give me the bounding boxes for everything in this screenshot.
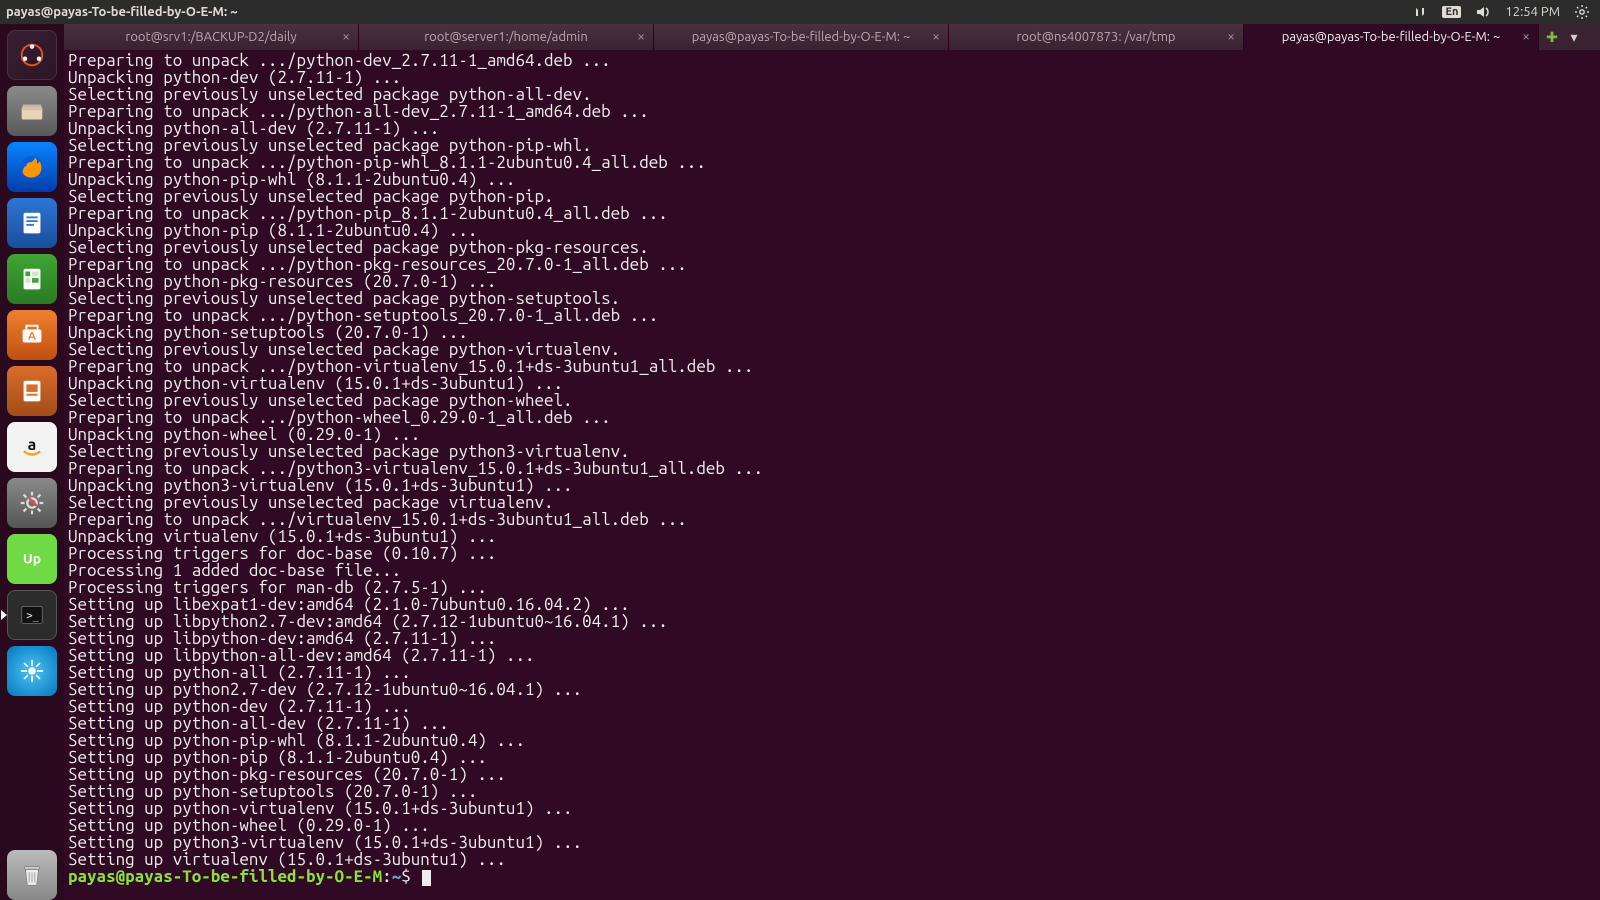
launcher-settings-icon[interactable]	[7, 478, 57, 528]
launcher-writer-icon[interactable]	[7, 198, 57, 248]
terminal-line: Preparing to unpack .../python-all-dev_2…	[68, 103, 1596, 120]
cursor	[422, 870, 431, 886]
terminal-line: Setting up libexpat1-dev:amd64 (2.1.0-7u…	[68, 596, 1596, 613]
terminal-line: Preparing to unpack .../python-pkg-resou…	[68, 256, 1596, 273]
window-title: payas@payas-To-be-filled-by-O-E-M: ~	[0, 5, 238, 19]
close-tab-icon[interactable]: ×	[932, 28, 940, 44]
close-tab-icon[interactable]: ×	[1522, 28, 1530, 44]
terminal-line: Unpacking python-all-dev (2.7.11-1) ...	[68, 120, 1596, 137]
keyboard-layout-indicator[interactable]: En	[1442, 6, 1461, 18]
terminal-line: Preparing to unpack .../python-pip_8.1.1…	[68, 205, 1596, 222]
terminal-line: Setting up python-pkg-resources (20.7.0-…	[68, 766, 1596, 783]
unity-launcher: Aa Up >_	[0, 24, 64, 900]
terminal-tab[interactable]: root@srv1:/BACKUP-D2/daily ×	[64, 24, 359, 50]
terminal-tab-label: root@server1:/home/admin	[424, 30, 588, 44]
terminal-line: Selecting previously unselected package …	[68, 341, 1596, 358]
terminal-line: Preparing to unpack .../python3-virtuale…	[68, 460, 1596, 477]
close-tab-icon[interactable]: ×	[637, 28, 645, 44]
terminal-tab[interactable]: payas@payas-To-be-filled-by-O-E-M: ~ ×	[1244, 24, 1539, 50]
terminal-line: Unpacking python-pip-whl (8.1.1-2ubuntu0…	[68, 171, 1596, 188]
clock[interactable]: 12:54 PM	[1505, 5, 1560, 19]
launcher-calc-icon[interactable]	[7, 254, 57, 304]
launcher-upwork-icon[interactable]: Up	[7, 534, 57, 584]
terminal-line: Processing triggers for man-db (2.7.5-1)…	[68, 579, 1596, 596]
terminal-tab-label: payas@payas-To-be-filled-by-O-E-M: ~	[692, 30, 911, 44]
terminal-line: Setting up libpython-all-dev:amd64 (2.7.…	[68, 647, 1596, 664]
launcher-app-blue-icon[interactable]	[7, 646, 57, 696]
terminal-line: Setting up python-pip (8.1.1-2ubuntu0.4)…	[68, 749, 1596, 766]
terminal-tab-bar: root@srv1:/BACKUP-D2/daily×root@server1:…	[64, 24, 1600, 50]
terminal-tab-label: payas@payas-To-be-filled-by-O-E-M: ~	[1282, 30, 1501, 44]
prompt-path: ~	[392, 867, 402, 886]
svg-text:A: A	[28, 331, 36, 343]
launcher-files-icon[interactable]	[7, 86, 57, 136]
terminal-line: Preparing to unpack .../python-dev_2.7.1…	[68, 52, 1596, 69]
terminal-line: Selecting previously unselected package …	[68, 392, 1596, 409]
terminal-tab-label: root@ns4007873: /var/tmp	[1016, 30, 1175, 44]
terminal-line: Unpacking python3-virtualenv (15.0.1+ds-…	[68, 477, 1596, 494]
terminal-prompt[interactable]: payas@payas-To-be-filled-by-O-E-M:~$	[68, 868, 1596, 885]
tab-menu-button[interactable]: ▾	[1565, 28, 1583, 46]
terminal-line: Selecting previously unselected package …	[68, 86, 1596, 103]
terminal-line: Preparing to unpack .../python-virtualen…	[68, 358, 1596, 375]
launcher-software-icon[interactable]: A	[7, 310, 57, 360]
terminal-line: Selecting previously unselected package …	[68, 188, 1596, 205]
launcher-trash-icon[interactable]	[7, 850, 57, 900]
network-icon[interactable]	[1412, 4, 1428, 20]
terminal-line: Processing triggers for doc-base (0.10.7…	[68, 545, 1596, 562]
svg-text:>_: >_	[26, 610, 39, 622]
close-tab-icon[interactable]: ×	[342, 28, 350, 44]
terminal-line: Setting up virtualenv (15.0.1+ds-3ubuntu…	[68, 851, 1596, 868]
terminal-line: Unpacking virtualenv (15.0.1+ds-3ubuntu1…	[68, 528, 1596, 545]
terminal-line: Selecting previously unselected package …	[68, 290, 1596, 307]
terminal-tab-label: root@srv1:/BACKUP-D2/daily	[125, 30, 296, 44]
new-tab-button[interactable]: ✚	[1543, 28, 1561, 46]
terminal-line: Preparing to unpack .../virtualenv_15.0.…	[68, 511, 1596, 528]
svg-text:Up: Up	[23, 551, 41, 567]
launcher-impress-icon[interactable]	[7, 366, 57, 416]
terminal-line: Unpacking python-pip (8.1.1-2ubuntu0.4) …	[68, 222, 1596, 239]
terminal-line: Setting up python-all (2.7.11-1) ...	[68, 664, 1596, 681]
launcher-amazon-icon[interactable]: a	[7, 422, 57, 472]
terminal-line: Preparing to unpack .../python-wheel_0.2…	[68, 409, 1596, 426]
launcher-dash-icon[interactable]	[7, 30, 57, 80]
top-panel: payas@payas-To-be-filled-by-O-E-M: ~ En …	[0, 0, 1600, 24]
terminal-line: Setting up python3-virtualenv (15.0.1+ds…	[68, 834, 1596, 851]
svg-text:a: a	[28, 436, 37, 454]
close-tab-icon[interactable]: ×	[1227, 28, 1235, 44]
terminal-line: Setting up python-all-dev (2.7.11-1) ...	[68, 715, 1596, 732]
system-gear-icon[interactable]	[1574, 4, 1590, 20]
terminal-line: Setting up python-virtualenv (15.0.1+ds-…	[68, 800, 1596, 817]
terminal-line: Selecting previously unselected package …	[68, 443, 1596, 460]
terminal-tab[interactable]: root@ns4007873: /var/tmp ×	[949, 24, 1244, 50]
terminal-output[interactable]: Preparing to unpack .../python-dev_2.7.1…	[64, 50, 1600, 900]
terminal-line: Setting up python-dev (2.7.11-1) ...	[68, 698, 1596, 715]
terminal-line: Setting up python2.7-dev (2.7.12-1ubuntu…	[68, 681, 1596, 698]
terminal-line: Setting up libpython2.7-dev:amd64 (2.7.1…	[68, 613, 1596, 630]
terminal-line: Selecting previously unselected package …	[68, 494, 1596, 511]
terminal-line: Preparing to unpack .../python-setuptool…	[68, 307, 1596, 324]
terminal-line: Unpacking python-wheel (0.29.0-1) ...	[68, 426, 1596, 443]
terminal-line: Unpacking python-virtualenv (15.0.1+ds-3…	[68, 375, 1596, 392]
terminal-line: Setting up libpython-dev:amd64 (2.7.11-1…	[68, 630, 1596, 647]
terminal-line: Preparing to unpack .../python-pip-whl_8…	[68, 154, 1596, 171]
terminal-tab[interactable]: payas@payas-To-be-filled-by-O-E-M: ~ ×	[654, 24, 949, 50]
terminal-line: Unpacking python-setuptools (20.7.0-1) .…	[68, 324, 1596, 341]
terminal-line: Selecting previously unselected package …	[68, 137, 1596, 154]
terminal-line: Setting up python-pip-whl (8.1.1-2ubuntu…	[68, 732, 1596, 749]
terminal-line: Unpacking python-dev (2.7.11-1) ...	[68, 69, 1596, 86]
volume-icon[interactable]	[1475, 4, 1491, 20]
terminal-tab[interactable]: root@server1:/home/admin ×	[359, 24, 654, 50]
indicator-area: En 12:54 PM	[1412, 4, 1600, 20]
prompt-user: payas@payas-To-be-filled-by-O-E-M	[68, 867, 382, 886]
terminal-line: Setting up python-setuptools (20.7.0-1) …	[68, 783, 1596, 800]
terminal-line: Unpacking python-pkg-resources (20.7.0-1…	[68, 273, 1596, 290]
terminal-line: Setting up python-wheel (0.29.0-1) ...	[68, 817, 1596, 834]
launcher-terminal-icon[interactable]: >_	[7, 590, 57, 640]
launcher-firefox-icon[interactable]	[7, 142, 57, 192]
terminal-line: Selecting previously unselected package …	[68, 239, 1596, 256]
terminal-line: Processing 1 added doc-base file...	[68, 562, 1596, 579]
